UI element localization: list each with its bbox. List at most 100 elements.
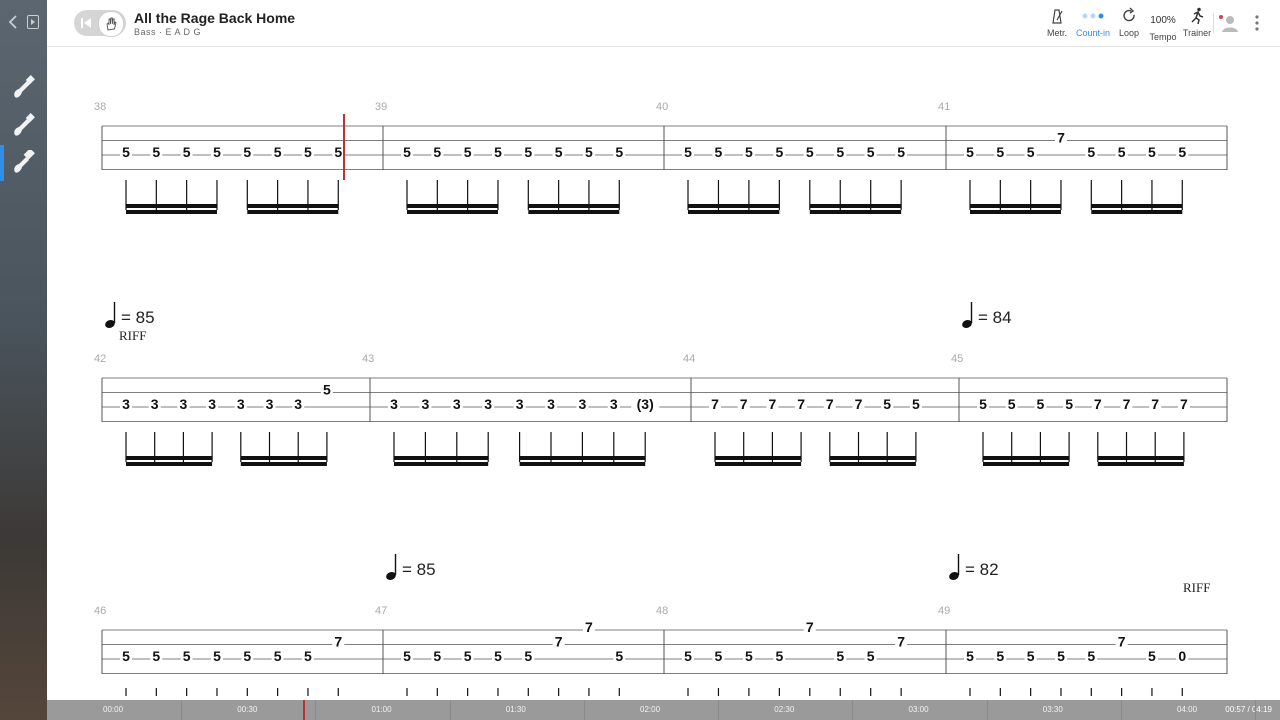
timeline-label: 01:00 xyxy=(371,705,392,714)
fret-number: 5 xyxy=(1008,396,1016,412)
tempo-button[interactable]: 100% Tempo xyxy=(1146,6,1180,43)
fret-number: 3 xyxy=(484,396,492,412)
fret-number: 7 xyxy=(1180,396,1188,412)
beam xyxy=(688,210,780,214)
skip-to-start-icon[interactable] xyxy=(80,16,92,34)
fret-number: 5 xyxy=(1057,648,1065,664)
fret-number: 3 xyxy=(294,396,302,412)
timeline-label: 02:00 xyxy=(640,705,661,714)
beam xyxy=(1091,210,1183,214)
fret-number: 5 xyxy=(585,144,593,160)
beam xyxy=(983,456,1070,460)
fret-number: 7 xyxy=(1151,396,1159,412)
fret-number: 3 xyxy=(122,396,130,412)
metronome-button[interactable]: Metr. xyxy=(1040,6,1074,42)
timeline-tick xyxy=(181,700,182,720)
beam xyxy=(1097,462,1184,466)
fret-number: 7 xyxy=(806,619,814,635)
song-title: All the Rage Back Home xyxy=(134,10,296,26)
fret-number: 5 xyxy=(524,648,532,664)
tempo-marking: = 85 xyxy=(121,308,155,327)
fret-number: 5 xyxy=(304,648,312,664)
fret-number: 5 xyxy=(1148,648,1156,664)
tempo-marking: = 82 xyxy=(965,560,999,579)
fret-number: 5 xyxy=(715,648,723,664)
fret-number: 5 xyxy=(1027,648,1035,664)
beam xyxy=(394,462,489,466)
fret-number: 0 xyxy=(1178,648,1186,664)
fret-number: 7 xyxy=(897,634,905,650)
hand-tool-icon[interactable] xyxy=(98,11,124,37)
beam xyxy=(1091,204,1183,208)
top-bar: All the Rage Back Home Bass · E A D G Me… xyxy=(47,0,1280,47)
beam xyxy=(519,456,646,460)
fret-number: 5 xyxy=(274,648,282,664)
fret-number: 5 xyxy=(1148,144,1156,160)
fret-number: 3 xyxy=(547,396,555,412)
loop-icon xyxy=(1112,6,1146,26)
metronome-label: Metr. xyxy=(1046,28,1067,38)
fret-number: 7 xyxy=(585,619,593,635)
measure-number: 46 xyxy=(94,605,106,617)
timeline-playhead[interactable] xyxy=(303,700,306,720)
tab-score[interactable]: 38 5 5 5 5 5 5 5 5 39 5 5 5 5 5 5 5 5 40 5 5 5 5 5 5 5 5 41 5 5 5 7 5 5 5 5… xyxy=(47,46,1280,700)
beam xyxy=(407,204,498,208)
fret-number: 5 xyxy=(152,144,160,160)
measure-number: 45 xyxy=(951,353,963,365)
timeline-label: 03:30 xyxy=(1042,705,1063,714)
fret-number: 5 xyxy=(213,144,221,160)
beam xyxy=(528,210,620,214)
fret-number: 5 xyxy=(615,648,623,664)
measure-number: 47 xyxy=(375,605,387,617)
fret-number: 5 xyxy=(1087,144,1095,160)
timeline-scrubber[interactable]: 00:57 / 04:19 00:00 00:30 01:00 01:30 02:00 0… xyxy=(47,700,1280,720)
fret-number: 3 xyxy=(266,396,274,412)
fret-number: 5 xyxy=(243,144,251,160)
fret-number: 7 xyxy=(1123,396,1131,412)
fret-number: 5 xyxy=(1118,144,1126,160)
count-in-button[interactable]: Count-in xyxy=(1074,6,1112,42)
beam xyxy=(126,204,217,208)
fret-number: 5 xyxy=(243,648,251,664)
fret-number: 7 xyxy=(769,396,777,412)
measure-number: 40 xyxy=(656,101,668,113)
fret-number: 5 xyxy=(745,648,753,664)
track-info: Bass · E A D G xyxy=(134,27,202,37)
fret-number: 5 xyxy=(1178,144,1186,160)
playback-controls xyxy=(74,10,126,37)
timeline-tick xyxy=(986,700,988,720)
measure-number: 38 xyxy=(94,101,106,113)
measure-number: 48 xyxy=(656,605,668,617)
loop-label: Loop xyxy=(1118,28,1140,38)
fret-number: 5 xyxy=(555,144,563,160)
chevron-left-icon[interactable] xyxy=(6,12,20,32)
fret-number: 5 xyxy=(775,648,783,664)
beam xyxy=(829,462,916,466)
fret-number: 5 xyxy=(152,648,160,664)
user-avatar-icon[interactable] xyxy=(1218,12,1240,34)
fret-number: 5 xyxy=(122,648,130,664)
fret-number: 5 xyxy=(897,144,905,160)
fret-number: 3 xyxy=(180,396,188,412)
section-marker: RIFF xyxy=(119,328,146,343)
fret-number: 3 xyxy=(579,396,587,412)
fret-number: 7 xyxy=(1094,396,1102,412)
panel-toggle-icon[interactable] xyxy=(26,12,40,32)
loop-button[interactable]: Loop xyxy=(1112,6,1146,42)
timeline-tick xyxy=(449,700,451,720)
fret-number: 3 xyxy=(390,396,398,412)
fret-number: 5 xyxy=(867,144,875,160)
timeline-tick xyxy=(583,700,585,720)
timeline-tick xyxy=(1120,700,1122,720)
guitar-1-icon[interactable] xyxy=(0,70,47,106)
guitar-2-icon[interactable] xyxy=(0,108,47,144)
bass-icon[interactable] xyxy=(0,145,47,181)
fret-number: 5 xyxy=(464,144,472,160)
fret-number: 5 xyxy=(1065,396,1073,412)
trainer-button[interactable]: Trainer xyxy=(1180,6,1214,42)
beam xyxy=(519,462,646,466)
fret-number: 5 xyxy=(979,396,987,412)
more-options-icon[interactable] xyxy=(1254,14,1260,32)
beam xyxy=(126,462,213,466)
beam xyxy=(983,462,1070,466)
